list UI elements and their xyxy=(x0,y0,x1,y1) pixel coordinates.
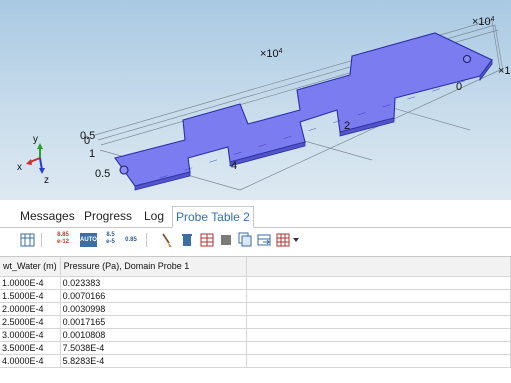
cell-empty xyxy=(246,276,511,290)
scientific-notation-button[interactable]: 8.5 e-5 xyxy=(103,232,118,248)
tab-messages[interactable]: Messages xyxy=(17,206,78,228)
table-format-icon[interactable] xyxy=(20,232,35,248)
axis-label-y: y xyxy=(33,134,38,145)
table-row[interactable]: 4.0000E-4 5.8283E-4 xyxy=(0,354,511,368)
cell-pressure: 0.023383 xyxy=(60,276,247,290)
table-row[interactable]: 3.0000E-4 0.0010808 xyxy=(0,328,511,342)
cell-wt-water: 3.5000E-4 xyxy=(0,341,61,355)
cell-wt-water: 3.0000E-4 xyxy=(0,328,61,342)
cell-wt-water: 1.0000E-4 xyxy=(0,276,61,290)
cell-pressure: 0.0030998 xyxy=(60,302,247,316)
geometry-canvas xyxy=(26,19,504,191)
export-icon[interactable] xyxy=(257,232,271,248)
tick-label-0: 0 xyxy=(84,135,91,147)
axis-label-x: x xyxy=(17,162,22,173)
inlet-circle xyxy=(119,165,129,175)
cell-empty xyxy=(246,302,511,316)
pipe-geometry[interactable] xyxy=(114,32,493,187)
tick-label-0: 0 xyxy=(456,81,463,93)
scale-label-top: ×104 xyxy=(472,16,495,28)
decimal-notation-button[interactable]: 0.85 xyxy=(123,232,139,248)
graphics-viewport[interactable]: ×104 ×104 ×1 0 2 4 0.5 0 1 0.5 y x z xyxy=(0,0,511,200)
tick-label-0-5-b: 0.5 xyxy=(95,168,111,180)
probe-table-panel: wt_Water (m) Pressure (Pa), Domain Probe… xyxy=(0,256,511,383)
table-options-icon[interactable] xyxy=(276,232,290,248)
tick-label-2: 2 xyxy=(344,120,351,132)
axis-triad xyxy=(26,143,45,174)
cell-wt-water: 2.5000E-4 xyxy=(0,315,61,329)
cell-wt-water: 4.0000E-4 xyxy=(0,354,61,368)
table-row[interactable]: 1.0000E-4 0.023383 xyxy=(0,276,511,290)
scale-label-mid: ×104 xyxy=(260,48,283,60)
cell-empty xyxy=(246,341,511,355)
cell-empty xyxy=(246,315,511,329)
column-header-wt-water[interactable]: wt_Water (m) xyxy=(0,257,61,277)
tick-label-1: 1 xyxy=(89,148,96,160)
tab-progress[interactable]: Progress xyxy=(81,206,135,228)
probe-table: wt_Water (m) Pressure (Pa), Domain Probe… xyxy=(0,257,511,368)
trash-icon[interactable] xyxy=(180,232,194,248)
cell-pressure: 0.0070166 xyxy=(60,289,247,303)
table-row[interactable]: 2.0000E-4 0.0030998 xyxy=(0,302,511,316)
cell-empty xyxy=(246,289,511,303)
tick-label-4: 4 xyxy=(231,160,238,172)
cell-wt-water: 2.0000E-4 xyxy=(0,302,61,316)
clear-table-icon[interactable] xyxy=(200,232,214,248)
cell-pressure: 7.5038E-4 xyxy=(60,341,247,355)
cell-pressure: 0.0017165 xyxy=(60,315,247,329)
output-tab-bar: Messages Progress Log Probe Table 2 xyxy=(0,206,511,228)
cell-pressure: 0.0010808 xyxy=(60,328,247,342)
column-header-pressure[interactable]: Pressure (Pa), Domain Probe 1 xyxy=(60,257,247,277)
table-row[interactable]: 1.5000E-4 0.0070166 xyxy=(0,289,511,303)
cell-empty xyxy=(246,328,511,342)
scale-label-right: ×1 xyxy=(498,65,511,77)
tab-log[interactable]: Log xyxy=(141,206,167,228)
table-toolbar: 8.85 e-12 AUTO 8.5 e-5 0.85 xyxy=(0,229,511,251)
table-row[interactable]: 2.5000E-4 0.0017165 xyxy=(0,315,511,329)
outlet-circle xyxy=(462,54,472,64)
cell-wt-water: 1.5000E-4 xyxy=(0,289,61,303)
toolbar-separator xyxy=(41,233,42,247)
automatic-notation-button[interactable]: AUTO xyxy=(80,233,97,247)
axis-label-z: z xyxy=(44,175,49,186)
table-row[interactable]: 3.5000E-4 7.5038E-4 xyxy=(0,341,511,355)
cell-pressure: 5.8283E-4 xyxy=(60,354,247,368)
column-header-filler xyxy=(246,257,511,277)
stop-icon[interactable] xyxy=(219,232,233,248)
table-header-row: wt_Water (m) Pressure (Pa), Domain Probe… xyxy=(0,257,511,277)
copy-table-icon[interactable] xyxy=(238,232,252,248)
toolbar-separator xyxy=(146,233,147,247)
cell-empty xyxy=(246,354,511,368)
brush-icon[interactable] xyxy=(160,232,174,248)
chevron-down-icon[interactable] xyxy=(292,232,300,248)
tab-probe-table-2[interactable]: Probe Table 2 xyxy=(172,206,254,228)
full-precision-button[interactable]: 8.85 e-12 xyxy=(53,232,73,248)
